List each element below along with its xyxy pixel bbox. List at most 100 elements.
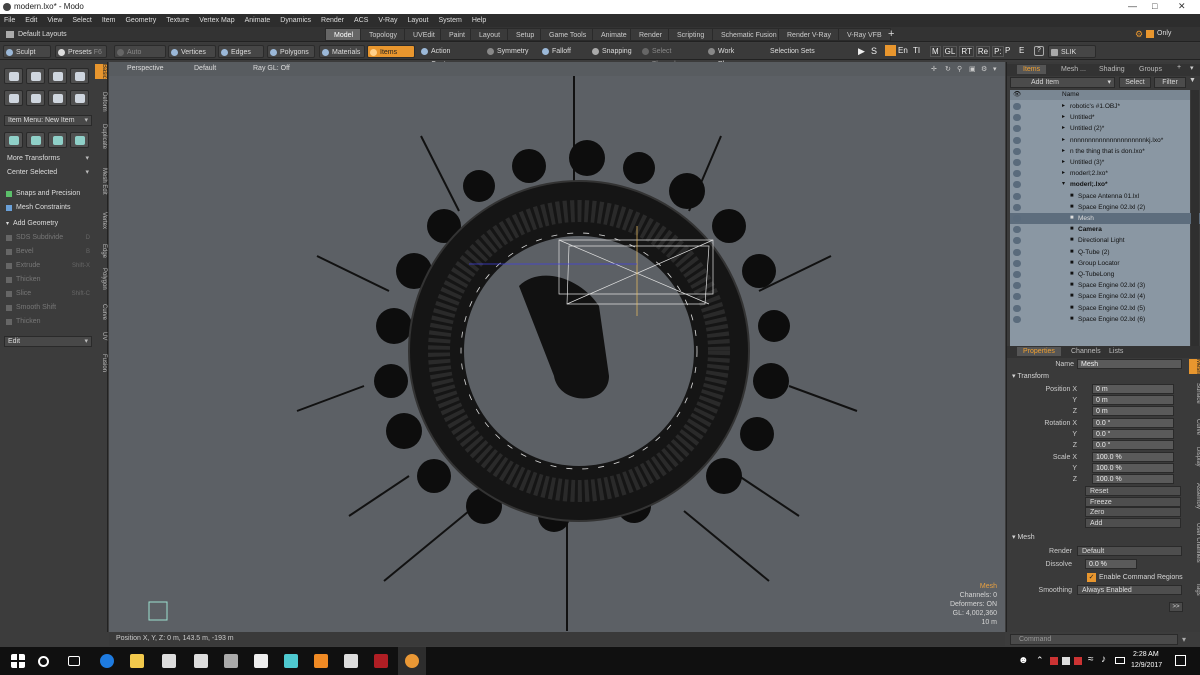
tab-render-v-ray[interactable]: Render V-Ray — [778, 28, 840, 41]
shading-menu[interactable]: Default — [194, 65, 216, 72]
item-list-row[interactable]: ▸ robotic's #1.OBJ* — [1010, 101, 1200, 112]
visibility-eye-icon[interactable] — [1013, 147, 1021, 155]
visibility-eye-icon[interactable] — [1013, 159, 1021, 166]
app-m-icon[interactable] — [284, 654, 298, 668]
item-list-row[interactable]: ▸ Untitled (3)* — [1010, 157, 1200, 168]
vtab-duplicate[interactable]: Duplicate — [95, 124, 107, 149]
mesh-header[interactable]: ▾ Mesh — [1012, 533, 1035, 541]
menu-animate[interactable]: Animate — [245, 17, 271, 24]
3d-viewport[interactable]: Perspective Default Ray GL: Off ✛ ↻ ⚲ ▣ … — [109, 62, 1005, 632]
action-freeze-button[interactable]: Freeze — [1085, 496, 1181, 507]
expand-arrow-icon[interactable]: ▸ — [1062, 168, 1065, 179]
visibility-eye-icon[interactable] — [1013, 170, 1021, 178]
tab-uvedit[interactable]: UVEdit — [404, 28, 444, 41]
props-vtab-mesh[interactable]: Mesh — [1189, 359, 1200, 374]
visibility-eye-icon[interactable] — [1013, 136, 1021, 144]
visibility-eye-icon[interactable] — [1013, 304, 1021, 312]
visibility-eye-icon[interactable] — [1013, 293, 1021, 301]
tray-icon-3[interactable] — [1074, 657, 1082, 665]
snaps-precision-button[interactable]: Snaps and Precision — [4, 188, 92, 200]
transform-header[interactable]: ▾ Transform — [1012, 372, 1049, 380]
ray-gl-menu[interactable]: Ray GL: Off — [253, 65, 290, 72]
visibility-eye-icon[interactable] — [1013, 181, 1021, 189]
materials-button[interactable]: Materials — [319, 45, 365, 58]
item-list-row[interactable]: ■ Mesh — [1010, 213, 1200, 224]
visibility-eye-icon[interactable] — [1013, 315, 1021, 323]
props-vtab-assembly[interactable]: Assembly — [1189, 483, 1200, 509]
transform-value-field[interactable]: 0 m — [1092, 384, 1174, 394]
props-vtab-display[interactable]: Display — [1189, 447, 1200, 467]
visibility-eye-icon[interactable] — [1013, 192, 1021, 200]
render-dropdown[interactable]: Default — [1077, 546, 1182, 556]
windows-start-icon[interactable] — [11, 654, 25, 668]
menu-render[interactable]: Render — [321, 17, 344, 24]
name-field[interactable]: Mesh — [1077, 359, 1182, 369]
item-list-row[interactable]: ▸ Untitled (2)* — [1010, 123, 1200, 134]
presets-button[interactable]: Presets F6 — [55, 45, 107, 58]
action-reset-button[interactable]: Reset — [1085, 486, 1181, 496]
fit-view-icon[interactable]: ▣ — [969, 65, 976, 73]
render-mode-4-button[interactable]: P: — [992, 46, 1004, 57]
visibility-eye-icon[interactable] — [1013, 203, 1021, 211]
app-icon-5[interactable] — [224, 654, 238, 668]
vtab-uv[interactable]: UV — [95, 332, 107, 340]
edges-button[interactable]: Edges — [218, 45, 264, 58]
item-list-row[interactable]: ▸ nnnnnnnnnnnnnnnnnnnnnkj.lxo* — [1010, 135, 1200, 146]
cone-tool-icon[interactable] — [70, 68, 89, 84]
edit-dropdown[interactable]: Edit ▾ — [4, 336, 92, 347]
expand-arrow-icon[interactable]: ▸ — [1062, 112, 1065, 123]
item-list-row[interactable]: ■ Space Engine 02.lxl (3) — [1010, 280, 1200, 291]
menu-texture[interactable]: Texture — [166, 17, 189, 24]
tool-extrude-2[interactable]: Extrude Shift-X — [4, 260, 92, 272]
panel-tab-1[interactable]: Mesh ... — [1055, 65, 1092, 74]
action-add-button[interactable]: Add — [1085, 517, 1181, 528]
sculpt-button[interactable]: Sculpt — [3, 45, 51, 58]
tool-smooth-shift-5[interactable]: Smooth Shift — [4, 302, 92, 314]
text-tool-icon[interactable] — [70, 90, 89, 106]
file-explorer-icon[interactable] — [130, 654, 144, 668]
item-list-row[interactable]: ▾ moderl;.lxo* — [1010, 179, 1200, 190]
tab-model[interactable]: Model — [325, 28, 363, 41]
add-panel-icon[interactable]: + — [1177, 64, 1181, 71]
menu-edit[interactable]: Edit — [25, 17, 37, 24]
menu-view[interactable]: View — [47, 17, 62, 24]
item-list-row[interactable]: ■ Space Engine 02.lxl (5) — [1010, 303, 1200, 314]
perspective-menu[interactable]: Perspective — [127, 65, 164, 72]
rotate-tool-icon[interactable] — [26, 132, 45, 148]
tool-sds-subdivide-0[interactable]: SDS Subdivide D — [4, 232, 92, 244]
tab-game-tools[interactable]: Game Tools — [540, 28, 596, 41]
visibility-eye-icon[interactable] — [1013, 226, 1021, 234]
move-view-icon[interactable]: ✛ — [931, 65, 937, 73]
action-zero-button[interactable]: Zero — [1085, 507, 1181, 517]
menu-vertex-map[interactable]: Vertex Map — [199, 17, 234, 24]
vtab-basic[interactable]: Basic — [95, 64, 107, 79]
render-mode-1-button[interactable]: GL — [942, 46, 958, 57]
add-geometry-header[interactable]: ▾ Add Geometry — [4, 218, 92, 230]
settings-icon[interactable]: ⚙ — [1135, 29, 1143, 40]
expand-arrow-icon[interactable]: ▸ — [1062, 101, 1065, 112]
enable-command-checkbox[interactable]: ✓ — [1087, 573, 1096, 582]
play-icon[interactable]: ▶ — [858, 46, 865, 57]
expand-arrow-icon[interactable]: ▸ — [1062, 135, 1065, 146]
wifi-icon[interactable]: ≈ — [1088, 654, 1094, 665]
props-vtab-surface[interactable]: Surface — [1189, 383, 1200, 404]
menu-acs[interactable]: ACS — [354, 17, 368, 24]
render-mode-0-button[interactable]: M — [930, 46, 941, 57]
tool-thicken-6[interactable]: Thicken — [4, 316, 92, 328]
select-button[interactable]: Select — [1119, 77, 1151, 88]
menu-system[interactable]: System — [439, 17, 462, 24]
visibility-eye-icon[interactable] — [1013, 215, 1021, 222]
transform-value-field[interactable]: 100.0 % — [1092, 463, 1174, 473]
visibility-eye-icon[interactable] — [1013, 125, 1021, 133]
close-icon[interactable]: ✕ — [1178, 1, 1186, 12]
torus-tool-icon[interactable] — [4, 90, 23, 106]
search-icon[interactable] — [38, 656, 49, 667]
keyboard-icon[interactable] — [1115, 657, 1125, 664]
tray-icon-1[interactable] — [1050, 657, 1058, 665]
transform-value-field[interactable]: 100.0 % — [1092, 474, 1174, 484]
ti-icon[interactable]: TI — [913, 46, 920, 55]
auto-select-button[interactable]: Auto Select — [114, 45, 166, 69]
layouts-dropdown[interactable]: Default Layouts — [4, 29, 84, 40]
vtab-deform[interactable]: Deform — [95, 92, 107, 112]
vtab-edge[interactable]: Edge — [95, 244, 107, 258]
